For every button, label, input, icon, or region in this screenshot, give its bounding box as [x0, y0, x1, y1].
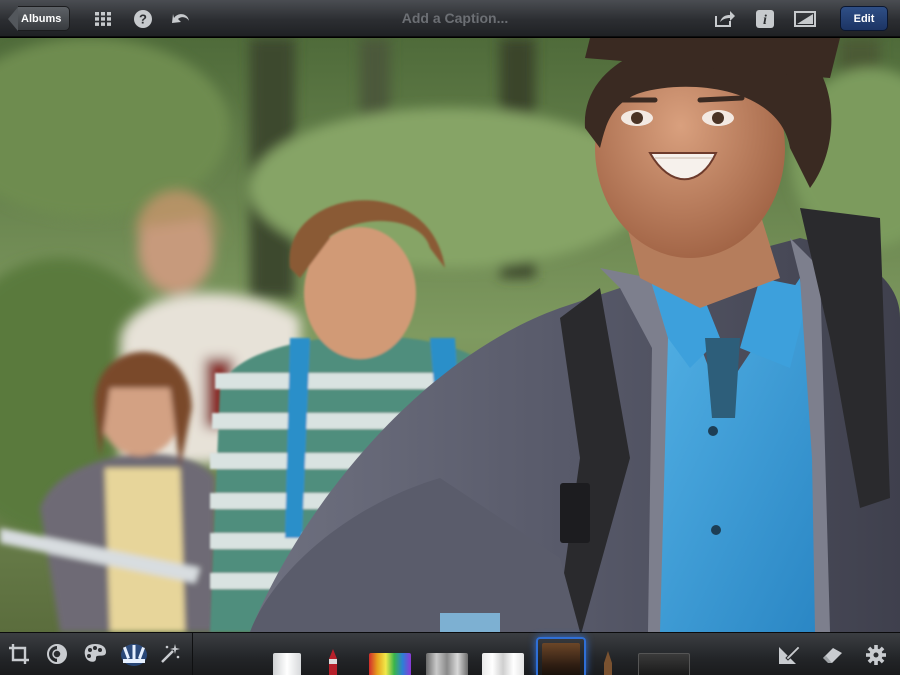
bottom-toolbar [0, 632, 900, 675]
effects-icon[interactable] [158, 642, 182, 666]
lighten-brush[interactable] [482, 653, 524, 675]
eraser-icon[interactable] [820, 643, 844, 667]
tool-selector [0, 633, 193, 675]
red-brush[interactable] [327, 649, 339, 675]
share-icon[interactable] [714, 8, 736, 30]
back-arrow-icon [8, 6, 18, 31]
compare-icon[interactable] [794, 8, 816, 30]
grid-icon[interactable] [92, 8, 114, 30]
brush-settings-icon[interactable] [777, 643, 801, 667]
help-icon[interactable]: ? [132, 8, 154, 30]
color-icon[interactable] [83, 642, 107, 666]
desaturate-brush[interactable] [426, 653, 468, 675]
white-brush[interactable] [273, 653, 301, 675]
settings-icon[interactable] [864, 643, 888, 667]
soften-brush[interactable] [536, 637, 586, 675]
caption-field[interactable]: Add a Caption... [330, 10, 580, 26]
svg-text:i: i [763, 13, 767, 28]
saturate-brush[interactable] [369, 653, 411, 675]
crop-icon[interactable] [7, 642, 31, 666]
albums-back-button[interactable]: Albums [8, 6, 70, 31]
brushes-icon[interactable] [120, 642, 148, 666]
darken-brush[interactable] [638, 653, 690, 675]
photo-canvas[interactable] [0, 38, 900, 632]
info-icon[interactable]: i [754, 8, 776, 30]
edit-button[interactable]: Edit [840, 6, 888, 31]
svg-text:?: ? [139, 12, 147, 27]
photo-image [0, 38, 900, 632]
undo-icon[interactable] [170, 8, 192, 30]
albums-back-label: Albums [18, 6, 70, 31]
top-toolbar: Albums ? Add a Caption... i Edit [0, 0, 900, 37]
sharpen-brush[interactable] [602, 651, 614, 675]
exposure-icon[interactable] [45, 642, 69, 666]
